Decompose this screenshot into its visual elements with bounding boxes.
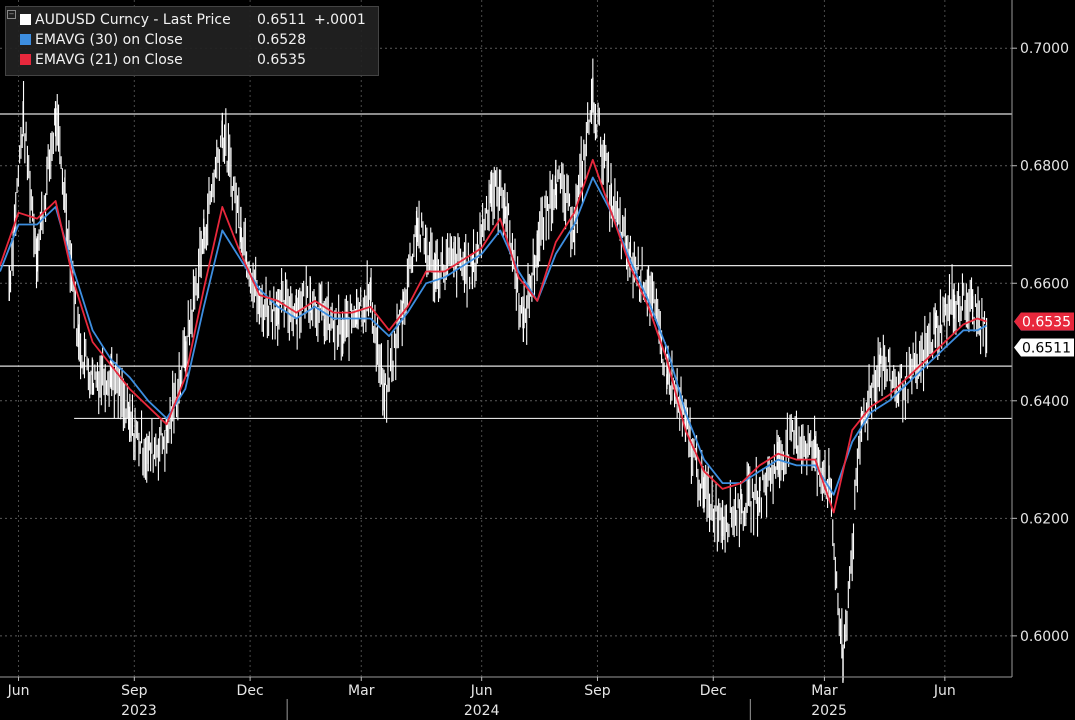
current-value-tag-label: 0.6535 xyxy=(1022,314,1071,330)
legend-value-ema21: 0.6535 xyxy=(257,52,306,68)
legend-label-ema30: EMAVG (30) on Close xyxy=(35,32,183,48)
x-tick-label: Sep xyxy=(121,683,148,699)
x-tick-label: Mar xyxy=(811,683,838,699)
legend-change-last-price: +.0001 xyxy=(314,12,366,28)
legend-item-last-price[interactable]: AUDUSD Curncy - Last Price 0.6511 +.0001 xyxy=(20,11,366,29)
legend-label-ema21: EMAVG (21) on Close xyxy=(35,52,183,68)
reference-lines xyxy=(0,113,1012,420)
legend-collapse-toggle[interactable]: − xyxy=(7,10,16,19)
y-tick-label: 0.6200 xyxy=(1020,511,1069,527)
x-tick-label: Dec xyxy=(237,683,264,699)
year-label: 2023 xyxy=(121,703,157,719)
legend-item-ema30[interactable]: EMAVG (30) on Close 0.6528 xyxy=(20,31,306,49)
x-tick-label: Sep xyxy=(584,683,611,699)
y-tick-label: 0.6000 xyxy=(1020,629,1069,645)
legend-swatch-ema30 xyxy=(20,34,31,45)
legend-swatch-last-price xyxy=(20,14,31,25)
year-label: 2024 xyxy=(464,703,500,719)
legend-value-ema30: 0.6528 xyxy=(257,32,306,48)
y-tick-label: 0.6800 xyxy=(1020,159,1069,175)
chart-legend: − AUDUSD Curncy - Last Price 0.6511 +.0001… xyxy=(5,6,379,76)
y-tick-label: 0.6400 xyxy=(1020,394,1069,410)
y-tick-label: 0.6600 xyxy=(1020,276,1069,292)
x-tick-label: Jun xyxy=(933,683,956,699)
x-tick-label: Jun xyxy=(470,683,493,699)
price-chart: 0.7000 0.6800 0.6600 0.6400 0.6200 0.6000 Jun… xyxy=(0,0,1074,720)
x-tick-label: Mar xyxy=(348,683,375,699)
legend-label-last-price: AUDUSD Curncy - Last Price xyxy=(35,12,231,28)
x-tick-label: Dec xyxy=(700,683,727,699)
current-value-tag: 0.6511 xyxy=(1014,338,1074,357)
chart-grid xyxy=(0,0,1012,677)
year-label: 2025 xyxy=(811,703,847,719)
current-value-tag: 0.6535 xyxy=(1014,312,1074,331)
price-bars xyxy=(8,58,988,683)
current-value-tag-label: 0.6511 xyxy=(1022,341,1071,357)
legend-swatch-ema21 xyxy=(20,54,31,65)
y-tick-label: 0.7000 xyxy=(1020,41,1069,57)
legend-value-last-price: 0.6511 xyxy=(257,12,306,28)
x-tick-label: Jun xyxy=(7,683,30,699)
x-axis: Jun Sep Dec Mar Jun Sep Dec Mar Jun 2023 2024 2025 xyxy=(7,677,956,720)
current-value-labels: 0.65280.65350.6511 xyxy=(1014,312,1074,357)
legend-item-ema21[interactable]: EMAVG (21) on Close 0.6535 xyxy=(20,51,306,69)
chart-axes xyxy=(0,0,1013,678)
